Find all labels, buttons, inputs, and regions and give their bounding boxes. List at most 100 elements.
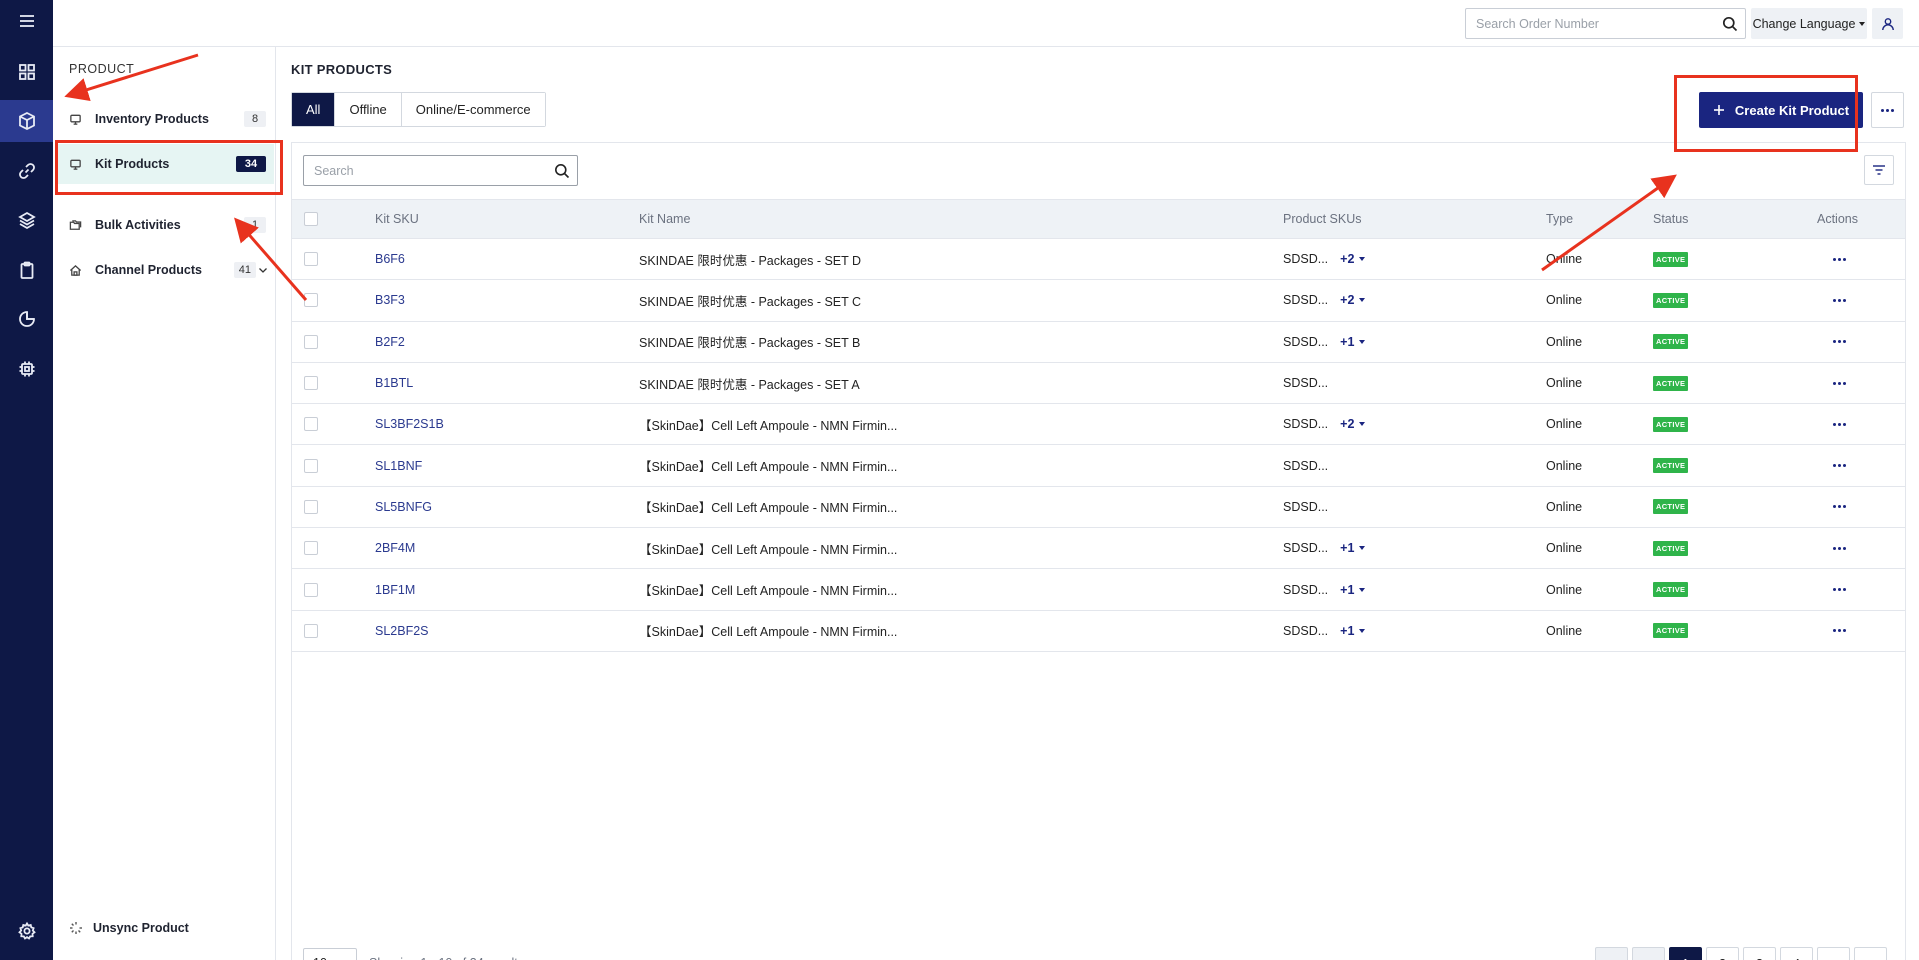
rail-layers[interactable] xyxy=(0,199,53,241)
search-icon[interactable] xyxy=(554,163,570,179)
row-checkbox[interactable] xyxy=(304,458,318,473)
last-page-button[interactable]: » xyxy=(1854,947,1887,960)
inventory-icon xyxy=(69,112,83,126)
kit-sku-link[interactable]: SL2BF2S xyxy=(375,624,429,638)
row-checkbox[interactable] xyxy=(304,417,318,432)
order-search-input[interactable] xyxy=(1466,9,1715,38)
row-actions-icon[interactable] xyxy=(1833,505,1846,509)
sidebar-item-label: Inventory Products xyxy=(95,112,209,126)
change-language-label: Change Language xyxy=(1752,16,1856,31)
sidebar-item-bulk-activities[interactable]: Bulk Activities 1 xyxy=(55,205,274,245)
tab-offline[interactable]: Offline xyxy=(335,93,402,126)
rail-settings[interactable] xyxy=(0,910,53,952)
row-checkbox[interactable] xyxy=(304,252,318,267)
page-3-button[interactable]: 3 xyxy=(1743,947,1776,960)
kit-type: Online xyxy=(1546,582,1583,597)
rail-reports[interactable] xyxy=(0,298,53,340)
row-checkbox[interactable] xyxy=(304,334,318,349)
more-skus-toggle[interactable]: +2 xyxy=(1340,293,1366,307)
sidebar-item-inventory-products[interactable]: Inventory Products 8 xyxy=(55,99,274,139)
rail-integrations[interactable] xyxy=(0,150,53,192)
filter-button[interactable] xyxy=(1864,155,1894,185)
column-actions: Actions xyxy=(1817,212,1858,226)
home-icon xyxy=(69,263,83,277)
kit-sku-link[interactable]: B6F6 xyxy=(375,252,405,266)
table-row: B2F2 SKINDAE 限时优惠 - Packages - SET B SDSD.… xyxy=(292,322,1905,363)
kit-sku-link[interactable]: SL1BNF xyxy=(375,459,422,473)
column-kit-name[interactable]: Kit Name xyxy=(639,200,690,238)
status-badge: ACTIVE xyxy=(1653,292,1689,308)
user-icon xyxy=(1881,17,1894,30)
kit-sku-link[interactable]: B3F3 xyxy=(375,293,405,307)
more-options-button[interactable] xyxy=(1871,92,1904,128)
column-kit-sku[interactable]: Kit SKU xyxy=(375,200,419,238)
unsync-product-link[interactable]: Unsync Product xyxy=(69,921,189,935)
more-skus-toggle[interactable]: +2 xyxy=(1340,252,1366,266)
row-actions-icon[interactable] xyxy=(1833,257,1846,261)
page-2-button[interactable]: 2 xyxy=(1706,947,1739,960)
kit-sku-link[interactable]: 1BF1M xyxy=(375,583,415,597)
kit-sku-link[interactable]: SL3BF2S1B xyxy=(375,417,444,431)
annotation-highlight-kit-products xyxy=(55,140,283,195)
row-actions-icon[interactable] xyxy=(1833,629,1846,633)
hamburger-icon xyxy=(19,15,34,27)
tab-all[interactable]: All xyxy=(292,93,336,126)
page-1-button[interactable]: 1 xyxy=(1669,947,1702,960)
first-page-button[interactable]: « xyxy=(1595,947,1628,960)
caret-down-icon xyxy=(1359,422,1366,427)
kit-sku-link[interactable]: SL5BNFG xyxy=(375,500,432,514)
channel-tabs: All Offline Online/E-commerce xyxy=(291,92,546,127)
page-4-button[interactable]: 4 xyxy=(1780,947,1813,960)
row-checkbox[interactable] xyxy=(304,582,318,597)
rail-dashboard[interactable] xyxy=(0,51,53,93)
table-search-input[interactable] xyxy=(304,156,554,185)
row-actions-icon[interactable] xyxy=(1833,298,1846,302)
kit-name: 【SkinDae】Cell Left Ampoule - NMN Firmin.… xyxy=(639,542,898,557)
more-skus-toggle[interactable]: +1 xyxy=(1340,335,1366,349)
row-checkbox[interactable] xyxy=(304,293,318,308)
kit-sku-link[interactable]: 2BF4M xyxy=(375,541,415,555)
more-skus-toggle[interactable]: +1 xyxy=(1340,624,1366,638)
rail-orders[interactable] xyxy=(0,249,53,291)
row-checkbox[interactable] xyxy=(304,499,318,514)
select-all-checkbox[interactable] xyxy=(304,212,318,226)
kit-name: 【SkinDae】Cell Left Ampoule - NMN Firmin.… xyxy=(639,625,898,640)
more-skus-toggle[interactable]: +1 xyxy=(1340,583,1366,597)
page-size-select[interactable]: 10 xyxy=(303,948,357,960)
row-actions-icon[interactable] xyxy=(1833,422,1846,426)
more-skus-toggle[interactable]: +1 xyxy=(1340,541,1366,555)
caret-down-icon xyxy=(1359,339,1366,344)
kit-sku-link[interactable]: B1BTL xyxy=(375,376,413,390)
tab-online-ecommerce[interactable]: Online/E-commerce xyxy=(401,93,545,126)
rail-automation[interactable] xyxy=(0,348,53,390)
prev-page-button[interactable]: ‹ xyxy=(1632,947,1665,960)
kit-name: SKINDAE 限时优惠 - Packages - SET C xyxy=(639,294,862,309)
row-checkbox[interactable] xyxy=(304,541,318,556)
change-language-button[interactable]: Change Language xyxy=(1751,8,1867,39)
menu-toggle[interactable] xyxy=(0,0,53,42)
row-actions-icon[interactable] xyxy=(1833,381,1846,385)
next-page-button[interactable]: › xyxy=(1817,947,1850,960)
more-skus-toggle[interactable]: +2 xyxy=(1340,417,1366,431)
row-checkbox[interactable] xyxy=(304,623,318,638)
order-search-button[interactable] xyxy=(1715,9,1745,38)
user-menu-button[interactable] xyxy=(1872,8,1903,39)
rail-products[interactable] xyxy=(0,100,53,142)
chevron-down-icon[interactable] xyxy=(258,265,268,275)
row-actions-icon[interactable] xyxy=(1833,588,1846,592)
sidebar-item-label: Bulk Activities xyxy=(95,218,181,232)
layers-icon xyxy=(17,211,36,230)
status-badge: ACTIVE xyxy=(1653,458,1689,474)
status-badge: ACTIVE xyxy=(1653,499,1689,515)
sidebar-item-channel-products[interactable]: Channel Products 41 xyxy=(55,250,274,290)
kit-type: Online xyxy=(1546,417,1583,432)
kit-name: 【SkinDae】Cell Left Ampoule - NMN Firmin.… xyxy=(639,418,898,433)
kit-sku-link[interactable]: B2F2 xyxy=(375,335,405,349)
page-size-value: 10 xyxy=(313,956,327,960)
row-checkbox[interactable] xyxy=(304,376,318,391)
row-actions-icon[interactable] xyxy=(1833,340,1846,344)
status-badge: ACTIVE xyxy=(1653,582,1689,598)
product-skus: SDSD... xyxy=(1283,458,1329,473)
row-actions-icon[interactable] xyxy=(1833,546,1846,550)
row-actions-icon[interactable] xyxy=(1833,464,1846,468)
